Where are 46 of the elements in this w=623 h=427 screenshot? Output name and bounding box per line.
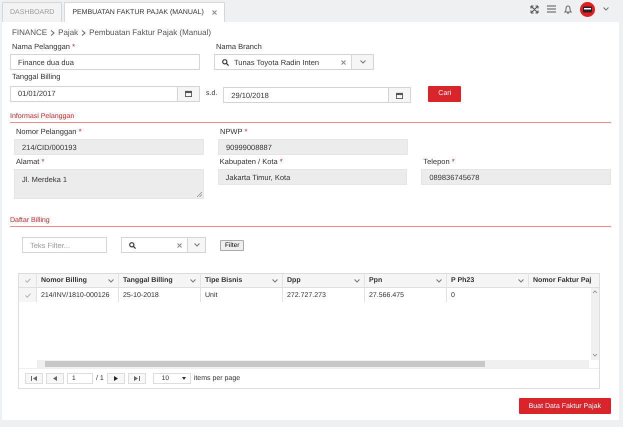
breadcrumb-item: Pembuatan Faktur Pajak (Manual): [89, 28, 211, 37]
chevron-down-icon: [272, 278, 278, 282]
chevron-down-icon: [108, 278, 114, 282]
chevron-down-icon: [194, 243, 200, 247]
vertical-scrollbar[interactable]: [591, 288, 599, 360]
dropdown-button[interactable]: [187, 238, 205, 252]
close-icon[interactable]: [341, 60, 346, 64]
chevron-down-icon: [354, 278, 360, 282]
avatar-icon[interactable]: [580, 2, 595, 16]
chevron-down-icon: [360, 60, 366, 64]
chevron-down-icon: [436, 278, 442, 282]
triangle-left-icon: [53, 376, 57, 381]
triangle-right-icon: [114, 376, 118, 381]
chevron-down-icon: [190, 278, 196, 282]
chevron-down-icon: [518, 278, 524, 282]
horizontal-scrollbar[interactable]: [37, 360, 589, 368]
previous-page-button[interactable]: [46, 373, 64, 384]
expand-icon[interactable]: [530, 4, 539, 14]
filter-select[interactable]: [121, 237, 206, 253]
check-icon: [24, 292, 30, 298]
breadcrumb-item[interactable]: FINANCE: [12, 28, 48, 37]
first-page-button[interactable]: [25, 373, 43, 384]
select-all-checkbox[interactable]: [19, 274, 36, 288]
first-page-icon: [31, 376, 37, 381]
close-icon[interactable]: [177, 242, 182, 248]
breadcrumb-item[interactable]: Pajak: [58, 28, 78, 37]
close-icon[interactable]: [212, 10, 217, 15]
resize-handle-icon[interactable]: [196, 192, 202, 197]
search-icon: [129, 242, 136, 248]
row-checkbox[interactable]: [19, 288, 36, 302]
next-page-button[interactable]: [106, 373, 125, 384]
bell-icon[interactable]: [564, 4, 572, 14]
dropdown-button[interactable]: [351, 55, 373, 69]
check-icon: [24, 278, 30, 283]
menu-icon[interactable]: [547, 5, 556, 13]
caret-down-icon: [182, 377, 186, 380]
calendar-icon: [396, 92, 404, 98]
last-page-button[interactable]: [128, 373, 146, 384]
search-icon: [222, 58, 229, 66]
last-page-icon: [134, 376, 140, 381]
calendar-button[interactable]: [388, 88, 410, 102]
chevron-down-icon: [603, 7, 609, 11]
chevron-right-icon: [50, 30, 56, 36]
calendar-button[interactable]: [177, 86, 199, 100]
calendar-icon: [185, 90, 192, 97]
chevron-right-icon: [81, 30, 86, 36]
